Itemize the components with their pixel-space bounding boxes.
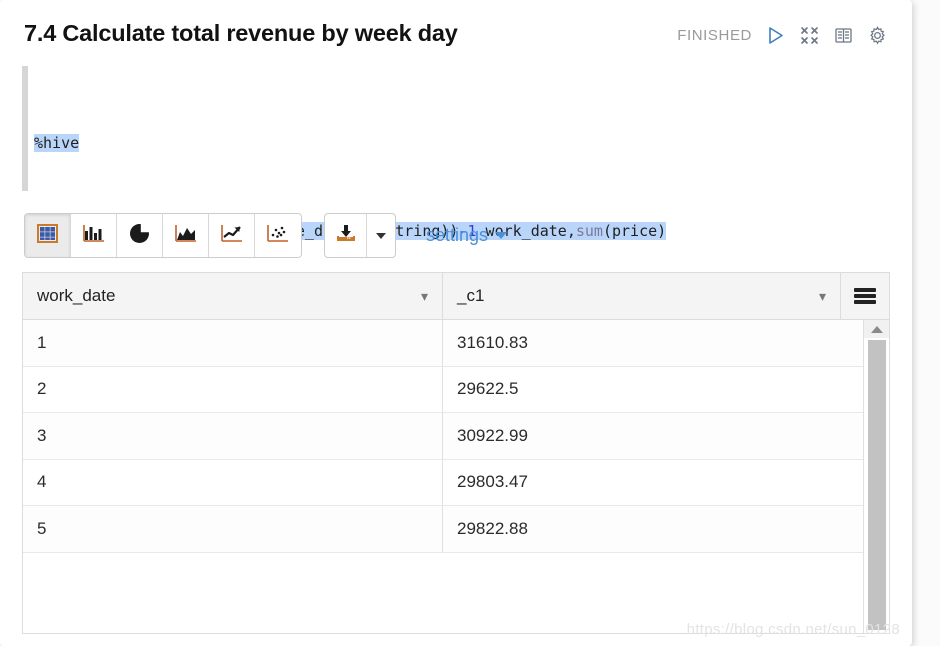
cell-c1: 30922.99 xyxy=(457,425,528,445)
bar-chart-icon xyxy=(82,223,105,248)
cell-work-date: 5 xyxy=(23,506,443,552)
column-header-work-date[interactable]: work_date ▾ xyxy=(23,273,443,319)
cell-c1: 29622.5 xyxy=(457,379,519,399)
scroll-up-button[interactable] xyxy=(864,320,889,338)
column-header-label: work_date xyxy=(37,286,116,305)
chart-type-table-button[interactable] xyxy=(25,214,71,257)
arrow-up-icon xyxy=(871,325,883,333)
cell-c1: 31610.83 xyxy=(457,332,528,352)
chart-type-button-group xyxy=(24,213,302,258)
code-line-1: %hive xyxy=(34,132,888,154)
editor-gutter xyxy=(22,66,28,191)
column-header-c1[interactable]: _c1 ▾ xyxy=(443,273,841,319)
collapse-icon[interactable] xyxy=(798,24,820,46)
code-text-area[interactable]: %hive select dayofweek(cast(purchase_dat… xyxy=(34,66,888,504)
notebook-paragraph-card: 7.4 Calculate total revenue by week day … xyxy=(0,0,912,646)
cell-work-date: 4 xyxy=(23,459,443,505)
table-row[interactable]: 2 29622.5 xyxy=(23,366,889,413)
download-dropdown-button[interactable] xyxy=(367,214,395,257)
settings-toggle[interactable]: settings xyxy=(426,225,508,246)
page-title: 7.4 Calculate total revenue by week day xyxy=(24,20,458,46)
book-icon[interactable] xyxy=(832,24,854,46)
column-header-label: _c1 xyxy=(457,286,485,305)
table-grid-icon xyxy=(37,223,58,248)
table-row[interactable]: 5 29822.88 xyxy=(23,506,889,553)
pie-chart-icon xyxy=(129,223,150,249)
chart-type-scatter-button[interactable] xyxy=(255,214,301,257)
status-badge: FINISHED xyxy=(677,26,752,44)
gear-icon[interactable] xyxy=(866,24,888,46)
sql-function-sum: sum xyxy=(575,222,603,240)
line-chart-icon xyxy=(220,223,243,248)
chevron-down-icon xyxy=(495,232,508,239)
settings-label: settings xyxy=(426,225,489,245)
visualization-toolbar: settings xyxy=(24,213,508,258)
download-button-group xyxy=(324,213,396,258)
header-controls: FINISHED xyxy=(677,24,888,46)
interpreter-directive: %hive xyxy=(34,134,80,152)
table-row[interactable]: 1 31610.83 xyxy=(23,320,889,367)
chart-type-pie-button[interactable] xyxy=(117,214,163,257)
cell-c1: 29803.47 xyxy=(457,472,528,492)
code-editor[interactable]: %hive select dayofweek(cast(purchase_dat… xyxy=(22,66,888,504)
results-table: work_date ▾ _c1 ▾ 1 31610.83 2 29622.5 3… xyxy=(22,272,890,634)
scrollbar-thumb[interactable] xyxy=(868,340,886,630)
scatter-chart-icon xyxy=(267,223,289,248)
chevron-down-icon[interactable]: ▾ xyxy=(819,289,826,303)
run-icon[interactable] xyxy=(764,24,786,46)
chevron-down-icon[interactable]: ▾ xyxy=(421,289,428,303)
cell-work-date: 3 xyxy=(23,413,443,459)
chart-type-bar-button[interactable] xyxy=(71,214,117,257)
cell-work-date: 2 xyxy=(23,366,443,412)
chart-type-line-button[interactable] xyxy=(209,214,255,257)
cell-work-date: 1 xyxy=(23,320,443,366)
table-menu-button[interactable] xyxy=(841,273,889,319)
hamburger-menu-icon xyxy=(854,286,876,306)
download-button[interactable] xyxy=(325,214,367,257)
cell-c1: 29822.88 xyxy=(457,518,528,538)
chevron-down-icon xyxy=(376,232,386,239)
table-vertical-scrollbar[interactable] xyxy=(863,320,889,633)
code-text: (price) xyxy=(602,222,667,240)
table-row[interactable]: 3 30922.99 xyxy=(23,413,889,460)
paragraph-header: 7.4 Calculate total revenue by week day … xyxy=(24,20,888,62)
table-header-row: work_date ▾ _c1 ▾ xyxy=(23,273,889,320)
area-chart-icon xyxy=(174,223,197,248)
table-body: 1 31610.83 2 29622.5 3 30922.99 4 29803.… xyxy=(23,320,889,633)
table-row[interactable]: 4 29803.47 xyxy=(23,459,889,506)
chart-type-area-button[interactable] xyxy=(163,214,209,257)
download-icon xyxy=(336,223,356,248)
